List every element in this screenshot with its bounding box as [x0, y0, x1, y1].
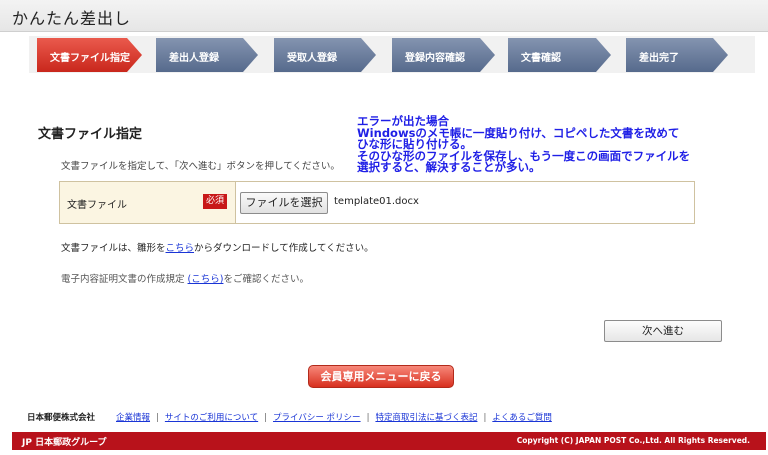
download-text-after: からダウンロードして作成してください。 — [194, 243, 374, 254]
footer-separator: | — [366, 413, 370, 423]
footer-link-privacy[interactable]: プライバシー ポリシー — [273, 413, 361, 423]
annotation-line: 選択すると、解決することが多い。 — [357, 160, 541, 174]
file-form: 文書ファイル 必須 ファイルを選択 template01.docx — [59, 181, 695, 224]
step-label: 受取人登録 — [287, 53, 337, 64]
step-recipient: 受取人登録 — [274, 38, 376, 72]
footer-link-commerce-law[interactable]: 特定商取引法に基づく表記 — [375, 413, 477, 423]
spec-rules-link[interactable]: (こちら) — [188, 274, 224, 285]
app-title: かんたん差出し — [12, 9, 132, 28]
next-button[interactable]: 次へ進む — [604, 320, 722, 342]
footer-link-faq[interactable]: よくあるご質問 — [492, 413, 552, 423]
page-title: 文書ファイル指定 — [38, 127, 143, 142]
app-header: かんたん差出し — [0, 0, 768, 32]
footer-bar: JP 日本郵政グループ Copyright (C) JAPAN POST Co.… — [12, 432, 766, 450]
footer-link-corporate[interactable]: 企業情報 — [116, 413, 150, 423]
instruction-text: 文書ファイルを指定して、「次へ進む」ボタンを押してください。 — [61, 161, 340, 172]
step-document-file: 文書ファイル指定 — [37, 38, 142, 72]
footer-nav: 企業情報 | サイトのご利用について | プライバシー ポリシー | 特定商取引法に基づく表… — [116, 411, 552, 423]
spec-rules-text: 電子内容証明文書の作成規定 (こちら)をご確認ください。 — [61, 271, 309, 285]
step-label: 差出完了 — [639, 53, 679, 64]
error-annotation: エラーが出た場合 Windowsのメモ帳に一度貼り付け、コピペした文書を改めて … — [357, 115, 762, 174]
required-badge: 必須 — [203, 194, 227, 209]
spec-text-before: 電子内容証明文書の作成規定 — [61, 274, 188, 285]
download-text-before: 文書ファイルは、雛形を — [61, 243, 166, 254]
template-download-link[interactable]: こちら — [166, 243, 195, 254]
step-label: 登録内容確認 — [405, 53, 465, 64]
copyright-text: Copyright (C) JAPAN POST Co.,Ltd. All Ri… — [516, 436, 750, 445]
footer-separator: | — [156, 413, 159, 423]
selected-file-name: template01.docx — [334, 196, 419, 207]
template-download-text: 文書ファイルは、雛形をこちらからダウンロードして作成してください。 — [61, 240, 374, 254]
form-label-cell: 文書ファイル 必須 — [60, 182, 236, 223]
company-name: 日本郵便株式会社 — [27, 413, 96, 423]
japan-post-group-logo: JP 日本郵政グループ — [22, 438, 107, 448]
step-label: 文書ファイル指定 — [50, 53, 130, 64]
step-document-confirm: 文書確認 — [508, 38, 611, 72]
choose-file-button[interactable]: ファイルを選択 — [240, 192, 328, 214]
step-confirm-registration: 登録内容確認 — [392, 38, 495, 72]
footer-separator: | — [264, 413, 268, 423]
footer-links: 日本郵便株式会社 企業情報 | サイトのご利用について | プライバシー ポリシー | 特定… — [0, 411, 768, 425]
step-label: 文書確認 — [521, 53, 561, 64]
step-label: 差出人登録 — [169, 53, 219, 64]
back-to-member-menu-button[interactable]: 会員専用メニューに戻る — [308, 365, 454, 388]
footer-link-site-usage[interactable]: サイトのご利用について — [165, 413, 258, 423]
step-complete: 差出完了 — [626, 38, 728, 72]
step-progress: 文書ファイル指定 差出人登録 受取人登録 登録内容確認 文書確認 差出完了 — [29, 36, 755, 73]
file-label: 文書ファイル — [67, 200, 127, 211]
spec-text-after: をご確認ください。 — [223, 274, 309, 285]
step-sender: 差出人登録 — [156, 38, 258, 72]
footer-separator: | — [483, 413, 487, 423]
